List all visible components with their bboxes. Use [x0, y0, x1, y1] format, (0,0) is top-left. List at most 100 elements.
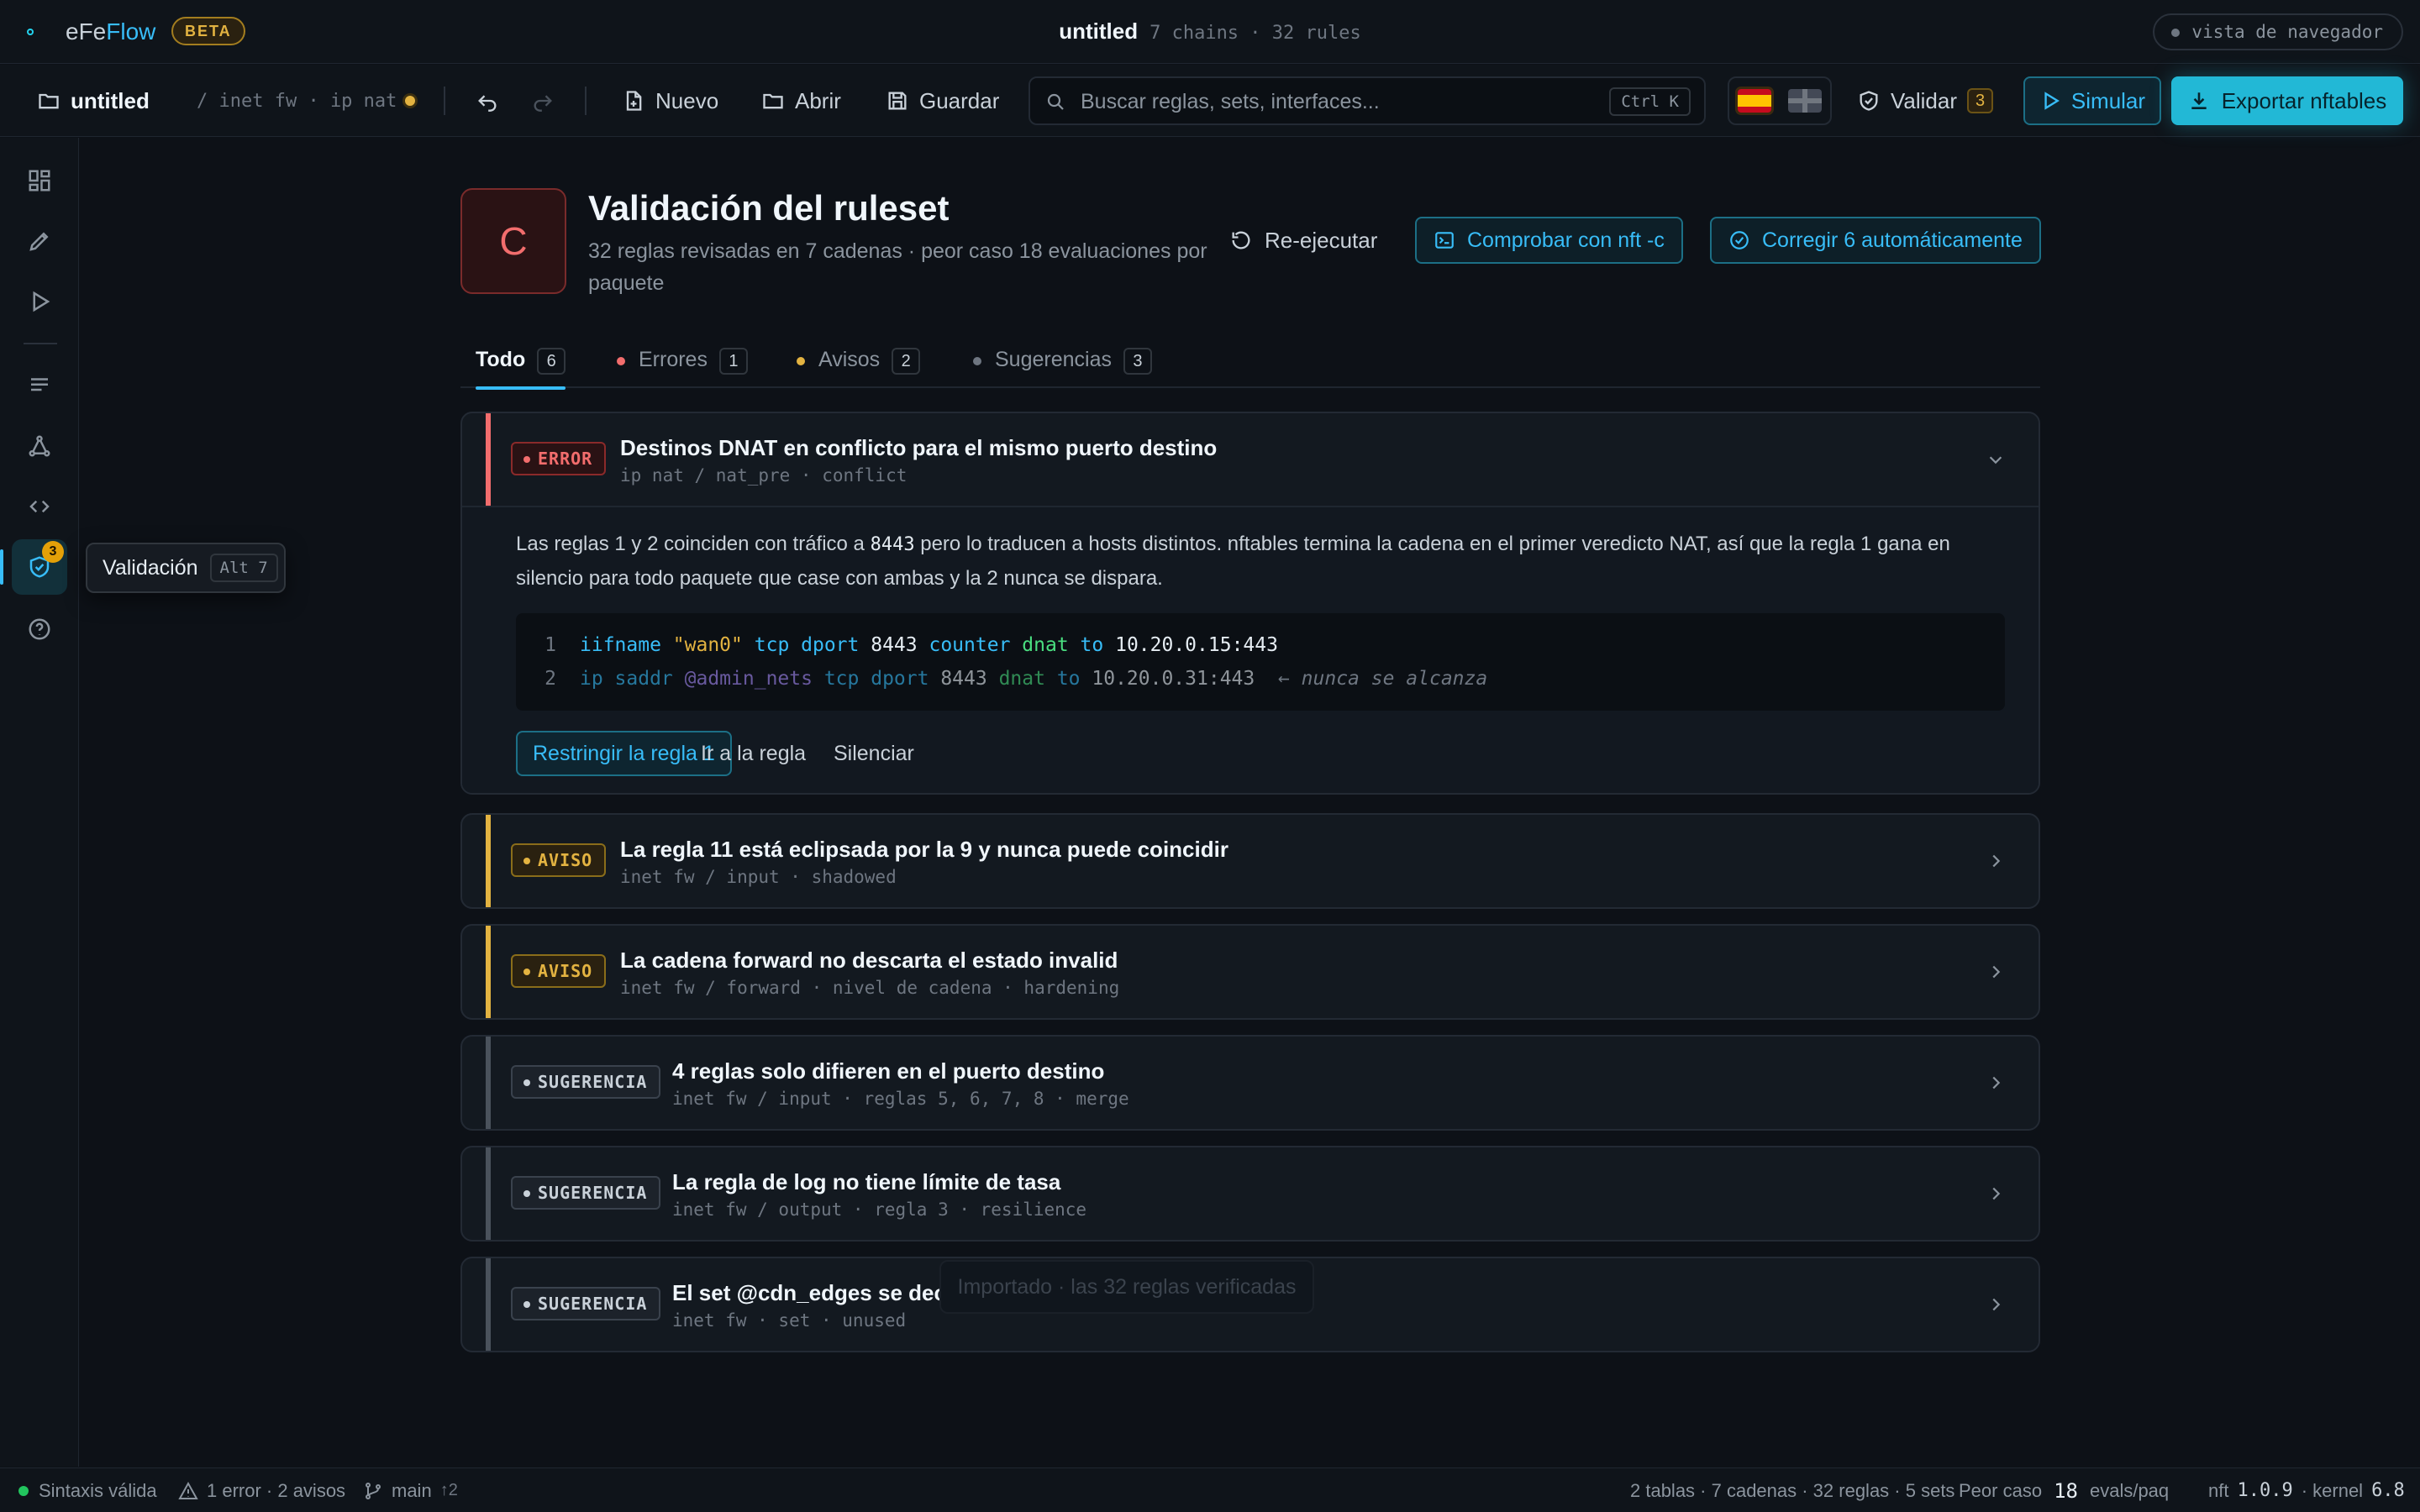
- chevron-right-icon[interactable]: [1986, 1295, 2005, 1314]
- error-dot-icon: [617, 357, 625, 365]
- issue-header[interactable]: ERROR Destinos DNAT en conflicto para el…: [462, 413, 2039, 506]
- check-circle-icon: [1730, 231, 1749, 249]
- tab-warnings[interactable]: Avisos 2: [793, 339, 921, 388]
- chevron-right-icon[interactable]: [1986, 1184, 2005, 1203]
- rerun-button[interactable]: Re-ejecutar: [1229, 217, 1377, 264]
- save-icon: [888, 92, 907, 110]
- branch-status[interactable]: main ↑2: [363, 1468, 458, 1512]
- new-file-icon: [626, 91, 642, 111]
- chevron-right-icon[interactable]: [1986, 1074, 2005, 1092]
- severity-stripe: [486, 1258, 491, 1351]
- sidebar-item-code[interactable]: [22, 489, 57, 524]
- issue-card-suggestion[interactable]: SUGERENCIA La regla de log no tiene lími…: [460, 1146, 2040, 1242]
- undo-button[interactable]: [476, 65, 509, 137]
- git-branch-icon: [366, 1482, 381, 1499]
- download-icon: [2191, 92, 2207, 109]
- severity-badge: AVISO: [511, 954, 607, 988]
- filter-tabs: Todo 6 Errores 1 Avisos 2 Sugerencias 3: [460, 339, 2040, 390]
- issue-title: La cadena forward no descarta el estado …: [620, 948, 1118, 973]
- severity-stripe: [486, 926, 491, 1018]
- sidebar-item-help[interactable]: [22, 612, 57, 647]
- issue-card-warning[interactable]: AVISO La cadena forward no descarta el e…: [460, 924, 2040, 1020]
- sidebar: 3: [0, 138, 79, 1467]
- validation-count-badge: 3: [42, 541, 64, 563]
- open-button[interactable]: Abrir: [761, 65, 841, 137]
- folder-icon: [39, 93, 59, 109]
- sidebar-item-dashboard[interactable]: [22, 163, 57, 198]
- page-title: Validación del ruleset: [588, 188, 950, 228]
- validate-count-badge: 3: [1967, 88, 1994, 113]
- search-input[interactable]: Buscar reglas, sets, interfaces...: [1081, 90, 1380, 114]
- goto-rule-button[interactable]: Ir a la regla: [701, 731, 806, 776]
- issue-location: inet fw / input · shadowed: [620, 867, 897, 887]
- issue-description: Las reglas 1 y 2 coinciden con tráfico a…: [516, 533, 1950, 590]
- warning-dot-icon: [797, 357, 805, 365]
- tab-count: 6: [537, 348, 566, 375]
- code-line: 1 iifname "wan0" tcp dport 8443 counter d…: [544, 634, 1278, 656]
- chevron-right-icon[interactable]: [1986, 963, 2005, 981]
- table-path: / inet fw · ip nat: [197, 65, 416, 137]
- worst-case-status: Peor caso 18 evals/paq: [1959, 1478, 2170, 1503]
- dashboard-icon: [29, 170, 50, 192]
- chevron-down-icon[interactable]: [1986, 450, 2005, 469]
- save-button[interactable]: Guardar: [886, 65, 999, 137]
- tab-count: 3: [1123, 348, 1152, 375]
- tab-suggestions[interactable]: Sugerencias 3: [970, 339, 1152, 388]
- version-status: nft 1.0.9 · kernel 6.8: [2208, 1479, 2405, 1502]
- severity-badge: AVISO: [511, 843, 607, 877]
- pencil-icon: [29, 232, 49, 251]
- nft-check-button[interactable]: Comprobar con nft -c: [1415, 217, 1683, 264]
- issue-location: inet fw · set · unused: [672, 1310, 907, 1331]
- sidebar-divider: [24, 343, 57, 344]
- tab-all[interactable]: Todo 6: [476, 339, 566, 390]
- suggestion-dot-icon: [973, 357, 981, 365]
- refresh-icon: [1232, 231, 1250, 249]
- issue-title: Destinos DNAT en conflicto para el mismo…: [620, 435, 1218, 460]
- graph-icon: [29, 435, 50, 457]
- document-stats: 7 chains · 32 rules: [1150, 23, 1361, 44]
- issue-title: La regla 11 está eclipsada por la 9 y nu…: [620, 837, 1228, 862]
- issue-card-suggestion[interactable]: SUGERENCIA 4 reglas solo difieren en el …: [460, 1035, 2040, 1131]
- issue-card-error: ERROR Destinos DNAT en conflicto para el…: [460, 412, 2040, 795]
- chevron-right-icon[interactable]: [1986, 852, 2005, 870]
- file-name[interactable]: untitled: [37, 65, 150, 137]
- autofix-button[interactable]: Corregir 6 automáticamente: [1710, 217, 2041, 264]
- severity-badge: SUGERENCIA: [511, 1065, 661, 1099]
- undo-icon: [478, 95, 497, 112]
- issue-card-warning[interactable]: AVISO La regla 11 está eclipsada por la …: [460, 813, 2040, 909]
- syntax-status[interactable]: Sintaxis válida: [18, 1468, 157, 1512]
- mute-button[interactable]: Silenciar: [834, 731, 914, 776]
- issue-location: ip nat / nat_pre · conflict: [620, 465, 908, 486]
- ruleset-summary: 2 tablas · 7 cadenas · 32 reglas · 5 set…: [1630, 1479, 1955, 1501]
- shield-check-icon: [1860, 91, 1878, 111]
- spanish-flag-icon[interactable]: [1738, 89, 1771, 113]
- issue-location: inet fw / input · reglas 5, 6, 7, 8 · me…: [672, 1089, 1129, 1109]
- sidebar-item-graph[interactable]: [22, 428, 57, 464]
- toolbar: untitled / inet fw · ip nat Nuevo Abrir …: [0, 65, 2420, 137]
- sidebar-item-validation[interactable]: 3: [12, 539, 67, 595]
- active-indicator: [0, 549, 3, 585]
- sidebar-item-simulate[interactable]: [22, 284, 57, 319]
- page-subtitle: 32 reglas revisadas en 7 cadenas · peor …: [588, 239, 1207, 295]
- english-flag-icon[interactable]: [1788, 89, 1822, 113]
- export-button[interactable]: Exportar nftables: [2171, 76, 2403, 125]
- problems-status[interactable]: 1 error · 2 avisos: [178, 1468, 345, 1512]
- sidebar-item-editor[interactable]: [22, 223, 57, 259]
- new-button[interactable]: Nuevo: [622, 65, 718, 137]
- divider: [585, 87, 587, 115]
- document-name: untitled: [1059, 18, 1139, 44]
- play-icon: [2044, 92, 2060, 110]
- sidebar-item-rules[interactable]: [22, 368, 57, 403]
- validate-button[interactable]: Validar 3: [1857, 65, 1994, 137]
- severity-stripe: [486, 413, 491, 506]
- search-box[interactable]: Buscar reglas, sets, interfaces... Ctrl …: [1028, 76, 1706, 125]
- code-line: 2 ip saddr @admin_nets tcp dport 8443 dna…: [544, 668, 1488, 690]
- redo-button[interactable]: [531, 65, 565, 137]
- tab-errors[interactable]: Errores 1: [613, 339, 748, 388]
- simulate-button[interactable]: Simular: [2023, 76, 2161, 125]
- browser-mode-badge[interactable]: vista de navegador: [2153, 13, 2403, 50]
- ok-dot-icon: [18, 1485, 29, 1496]
- import-toast: Importado · las 32 reglas verificadas: [939, 1260, 1314, 1314]
- warning-triangle-icon: [178, 1481, 198, 1499]
- restrict-rule-button[interactable]: Restringir la regla 1: [516, 731, 732, 776]
